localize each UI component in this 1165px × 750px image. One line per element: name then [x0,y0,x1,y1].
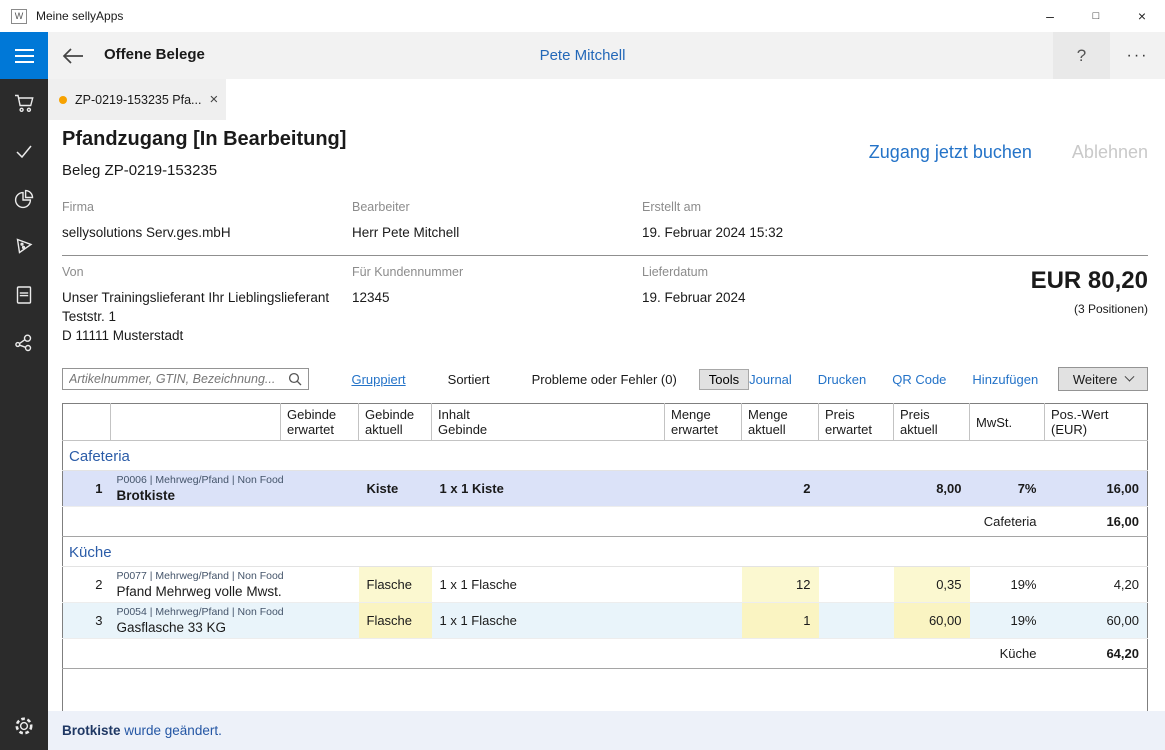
window-titlebar: W Meine sellyApps – □ × [0,0,1165,32]
add-link[interactable]: Hinzufügen [972,372,1038,387]
mwst-cell: 7% [970,471,1045,507]
problems-filter[interactable]: Probleme oder Fehler (0) [532,372,677,387]
pie-chart-icon[interactable] [0,175,48,223]
app-logo-icon: W [11,9,27,24]
sort-toggle[interactable]: Sortiert [448,372,490,387]
pos-wert-cell: 4,20 [1045,567,1148,603]
window-title: Meine sellyApps [36,9,123,23]
checkmark-icon[interactable] [0,127,48,175]
subtotal-row-cafeteria: Cafeteria 16,00 [63,507,1148,537]
reject-button[interactable]: Ablehnen [1072,142,1148,163]
inhalt-gebinde-cell: 1 x 1 Flasche [432,567,665,603]
book-icon[interactable] [0,271,48,319]
article-cell: P0054 | Mehrweg/Pfand | Non Food Gasflas… [111,603,359,639]
menge-erwartet-cell [665,567,742,603]
sidebar [0,79,48,750]
journal-link[interactable]: Journal [749,372,792,387]
share-icon[interactable] [0,319,48,367]
table-header-row: Gebinde erwartet Gebinde aktuell Inhalt … [63,404,1148,441]
positions-toolbar: Gruppiert Sortiert Probleme oder Fehler … [62,367,1148,391]
article-cell: P0006 | Mehrweg/Pfand | Non Food Brotkis… [111,471,359,507]
status-message: wurde geändert. [121,723,222,738]
row-number: 3 [63,603,111,639]
field-kundennummer: Für Kundennummer 12345 [352,265,642,345]
chevron-down-icon [1125,371,1135,381]
status-subject: Brotkiste [62,723,121,738]
menge-aktuell-cell[interactable]: 1 [742,603,819,639]
subtotal-row-kueche: Küche 64,20 [63,639,1148,669]
gebinde-aktuell-cell[interactable]: Flasche [359,567,432,603]
gebinde-aktuell-cell[interactable]: Flasche [359,603,432,639]
mwst-cell: 19% [970,567,1045,603]
menge-erwartet-cell [665,603,742,639]
gebinde-aktuell-cell[interactable]: Kiste [359,471,432,507]
pennant-icon[interactable] [0,223,48,271]
help-button[interactable]: ? [1053,32,1110,79]
group-toggle[interactable]: Gruppiert [351,372,405,387]
mwst-cell: 19% [970,603,1045,639]
article-cell: P0077 | Mehrweg/Pfand | Non Food Pfand M… [111,567,359,603]
field-von: Von Unser Trainingslieferant Ihr Lieblin… [62,265,352,345]
more-actions-dropdown[interactable]: Weitere [1058,367,1148,391]
book-receipt-button[interactable]: Zugang jetzt buchen [869,142,1032,163]
gear-icon[interactable] [0,702,48,750]
preis-aktuell-cell[interactable]: 60,00 [894,603,970,639]
document-tab[interactable]: ZP-0219-153235 Pfa... × [48,79,226,120]
tab-strip: ZP-0219-153235 Pfa... × [48,79,1165,120]
table-filler-row [63,669,1148,716]
tools-button[interactable]: Tools [699,369,749,390]
table-row[interactable]: 3 P0054 | Mehrweg/Pfand | Non Food Gasfl… [63,603,1148,639]
field-firma: Firma sellysolutions Serv.ges.mbH [62,200,352,242]
maximize-button[interactable]: □ [1073,0,1119,32]
field-lieferdatum: Lieferdatum 19. Februar 2024 [642,265,932,345]
field-erstellt-am: Erstellt am 19. Februar 2024 15:32 [642,200,1148,242]
inhalt-gebinde-cell: 1 x 1 Flasche [432,603,665,639]
qr-code-link[interactable]: QR Code [892,372,946,387]
preis-aktuell-cell[interactable]: 0,35 [894,567,970,603]
document-number: Beleg ZP-0219-153235 [62,162,346,179]
group-header-kueche: Küche [63,537,1148,567]
search-input[interactable] [69,372,288,386]
table-row[interactable]: 2 P0077 | Mehrweg/Pfand | Non Food Pfand… [63,567,1148,603]
tab-close-icon[interactable]: × [209,91,218,108]
row-number: 2 [63,567,111,603]
document-title: Pfandzugang [In Bearbeitung] [62,128,346,151]
search-icon [288,372,302,386]
position-count: (3 Positionen) [932,302,1148,316]
group-header-cafeteria: Cafeteria [63,441,1148,471]
tab-label: ZP-0219-153235 Pfa... [75,93,201,107]
pos-wert-cell: 60,00 [1045,603,1148,639]
positions-table: Gebinde erwartet Gebinde aktuell Inhalt … [62,403,1148,716]
document-total: EUR 80,20 (3 Positionen) [932,265,1148,345]
field-bearbeiter: Bearbeiter Herr Pete Mitchell [352,200,642,242]
menge-aktuell-cell[interactable]: 2 [742,471,819,507]
more-options-button[interactable]: ··· [1110,32,1165,79]
minimize-button[interactable]: – [1027,0,1073,32]
current-user-button[interactable]: Pete Mitchell [0,47,1165,64]
menge-aktuell-cell[interactable]: 12 [742,567,819,603]
print-link[interactable]: Drucken [818,372,866,387]
menge-erwartet-cell [665,471,742,507]
pos-wert-cell: 16,00 [1045,471,1148,507]
table-row[interactable]: 1 P0006 | Mehrweg/Pfand | Non Food Brotk… [63,471,1148,507]
preis-erwartet-cell [819,567,894,603]
total-amount: EUR 80,20 [932,267,1148,295]
article-search-box[interactable] [62,368,309,390]
unsaved-dot-icon [59,96,67,104]
preis-aktuell-cell[interactable]: 8,00 [894,471,970,507]
preis-erwartet-cell [819,603,894,639]
close-button[interactable]: × [1119,0,1165,32]
preis-erwartet-cell [819,471,894,507]
row-number: 1 [63,471,111,507]
cart-icon[interactable] [0,79,48,127]
status-bar: Brotkiste wurde geändert. [48,711,1165,750]
document-content: Pfandzugang [In Bearbeitung] Beleg ZP-02… [48,120,1165,711]
inhalt-gebinde-cell: 1 x 1 Kiste [432,471,665,507]
app-header: Offene Belege Pete Mitchell ? ··· [0,32,1165,79]
